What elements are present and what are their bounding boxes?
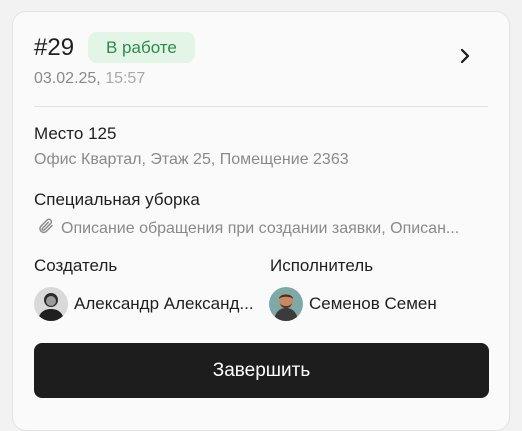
ticket-card[interactable]: #29 В работе 03.02.25, 15:57 Место 125 О… bbox=[12, 11, 510, 431]
place-title: Место 125 bbox=[34, 124, 117, 143]
place-address: Офис Квартал, Этаж 25, Помещение 2363 bbox=[34, 151, 349, 168]
creator-name: Александр Александ... bbox=[74, 294, 254, 313]
executor-label: Исполнитель bbox=[270, 256, 374, 275]
avatar bbox=[269, 287, 303, 321]
avatar bbox=[34, 287, 68, 321]
ticket-number: #29 bbox=[34, 34, 75, 61]
ticket-time: 15:57 bbox=[105, 70, 146, 87]
service-title: Специальная уборка bbox=[34, 190, 200, 209]
divider bbox=[34, 106, 488, 107]
executor-person: Семенов Семен bbox=[269, 287, 499, 321]
chevron-right-icon[interactable] bbox=[455, 46, 475, 66]
creator-label: Создатель bbox=[34, 256, 118, 275]
service-description: Описание обращения при создании заявки, … bbox=[37, 217, 497, 240]
ticket-date: 03.02.25, bbox=[34, 70, 101, 87]
status-badge: В работе bbox=[88, 32, 195, 63]
service-description-text: Описание обращения при создании заявки, … bbox=[61, 219, 460, 237]
paperclip-icon bbox=[37, 217, 55, 240]
complete-button[interactable]: Завершить bbox=[34, 343, 489, 398]
creator-person: Александр Александ... bbox=[34, 287, 259, 321]
ticket-datetime: 03.02.25, 15:57 bbox=[34, 70, 145, 88]
executor-name: Семенов Семен bbox=[309, 294, 437, 313]
